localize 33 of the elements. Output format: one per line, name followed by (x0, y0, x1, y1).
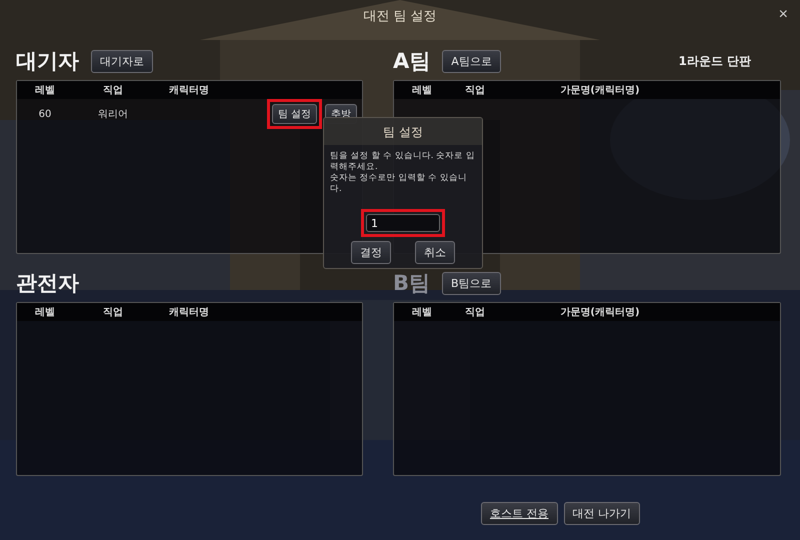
move-button[interactable]: B팀으로 (442, 272, 501, 294)
column-header: 캐릭터명 (168, 306, 210, 319)
section-title: A팀 (393, 48, 430, 75)
dialog-message: 숫자는 정수로만 입력할 수 있습니다. (330, 173, 468, 196)
dialog-title: 팀 설정 (324, 118, 482, 145)
table-cell-text: 워리어 (97, 108, 129, 121)
column-header: 레벨 (34, 84, 56, 97)
window-title: 대전 팀 설정 (363, 8, 437, 25)
dialog-button[interactable]: 결정 (351, 241, 391, 264)
table-cell-text: 60 (38, 108, 52, 120)
team-number-field[interactable]: 1 (366, 214, 440, 232)
column-header: 직업 (464, 306, 486, 319)
column-header: 직업 (464, 84, 486, 97)
column-header: 레벨 (411, 306, 433, 319)
column-header: 캐릭터명 (168, 84, 210, 97)
section-title: B팀 (393, 270, 430, 297)
section-title: 대기자 (16, 48, 79, 75)
column-header: 직업 (102, 306, 124, 319)
move-button[interactable]: 대기자로 (91, 50, 153, 72)
dialog-message: 팀을 설정 할 수 있습니다. 숫자로 입력해주세요. (330, 151, 476, 174)
column-header: 직업 (102, 84, 124, 97)
team-setting-button[interactable]: 팀 설정 (272, 104, 317, 124)
round-info: 1라운드 단판 (678, 52, 751, 70)
move-button[interactable]: A팀으로 (442, 50, 501, 72)
close-button[interactable]: × (778, 6, 788, 24)
section-title: 관전자 (16, 270, 79, 297)
dialog-button[interactable]: 취소 (415, 241, 455, 264)
footer-button[interactable]: 호스트 전용 (481, 502, 558, 525)
column-header: 레벨 (411, 84, 433, 97)
footer-button[interactable]: 대전 나가기 (564, 502, 640, 525)
column-header: 가문명(캐릭터명) (559, 306, 641, 319)
column-header: 가문명(캐릭터명) (559, 84, 641, 97)
column-header: 레벨 (34, 306, 56, 319)
